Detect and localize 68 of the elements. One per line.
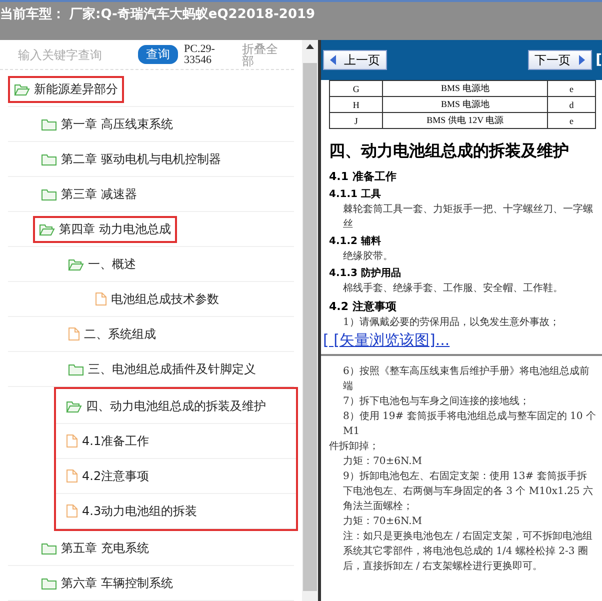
folder-icon <box>41 188 57 200</box>
table-cell: e <box>548 112 596 128</box>
tree-item[interactable]: 一、概述 <box>66 252 138 276</box>
open-folder-icon <box>68 258 84 270</box>
right-arrow-icon <box>576 55 585 65</box>
tree-item[interactable]: 电池组总成技术参数 <box>93 288 221 310</box>
paragraph: 力矩：70±6N.M <box>342 514 423 529</box>
section-heading: 四、动力电池组总成的拆装及维护 <box>329 141 570 162</box>
subsection-heading: 4.2 注意事项 <box>329 299 398 314</box>
left-arrow-icon <box>330 55 338 65</box>
document-icon <box>95 292 107 306</box>
document-icon <box>68 327 80 341</box>
tree-item[interactable]: 第四章 动力电池总成 <box>37 218 173 240</box>
table-cell: H <box>330 96 383 112</box>
paragraph: 力矩：70±6N.M <box>342 454 423 469</box>
tree-item[interactable]: 第二章 驱动电机与电机控制器 <box>39 148 223 170</box>
folder-icon <box>41 118 57 130</box>
tree-item[interactable]: 二、系统组成 <box>66 322 158 346</box>
table-cell: BMS 电源地 <box>382 96 548 112</box>
scrollbar[interactable] <box>302 40 318 601</box>
tree-item[interactable]: 第五章 充电系统 <box>39 536 151 560</box>
window-title: 当前车型： 厂家:Q-奇瑞汽车大蚂蚁eQ22018-2019 <box>0 6 316 23</box>
folder-icon <box>41 542 57 554</box>
document-icon <box>66 504 78 518</box>
table-cell: G <box>330 80 383 96</box>
previous-page-button[interactable]: 上一页 <box>323 50 387 70</box>
paragraph: 9）拆卸电池包左、右固定支架：使用 13# 套筒扳手拆下电池包左、右两侧与车身固定的各 3 个 M10x1.25 六角法兰面螺栓； <box>342 470 594 514</box>
paragraph: 件拆卸掉； <box>329 440 380 454</box>
tree-item[interactable]: 第三章 减速器 <box>39 182 139 206</box>
next-page-button[interactable]: 下一页 <box>528 50 592 70</box>
tree-item[interactable]: 新能源差异部分 <box>12 78 120 100</box>
tree-item[interactable]: 三、电池组总成插件及针脚定义 <box>66 358 258 380</box>
vector-view-link[interactable]: [ [矢量浏览该图]... <box>323 331 596 350</box>
search-button[interactable]: 查询 <box>138 45 178 64</box>
tree-item[interactable]: 4.3动力电池组的拆装 <box>64 500 200 522</box>
open-folder-icon <box>66 400 82 412</box>
paragraph: 6）按照《整车高压线束售后维护手册》将电池组总成前端 <box>342 364 590 394</box>
table-cell: BMS 供电 12V 电源 <box>382 112 548 128</box>
subsection-heading: 4.1.3 防护用品 <box>329 266 402 280</box>
table-cell: d <box>548 96 596 112</box>
tree-item[interactable]: 4.1准备工作 <box>64 430 152 452</box>
folder-icon <box>41 576 57 590</box>
document-icon <box>66 434 78 448</box>
paragraph: 棘轮套筒工具一套、力矩扳手一把、十字螺丝刀、一字螺丝 <box>342 202 594 232</box>
open-folder-icon <box>39 222 55 236</box>
subsection-heading: 4.1 准备工作 <box>329 169 398 184</box>
paragraph: 8）使用 19# 套筒扳手将电池组总成与整车固定的 10 个 M1 <box>342 410 596 439</box>
paragraph: 注：如只是更换电池包左 / 右固定支架，可不拆卸电池组系统其它零部件，将电池包总成的 1/4 螺栓松掉 2-3 圈后，直接拆卸左 / 右支架螺栓进行更换即可。 <box>342 530 594 574</box>
document-code: PC.29-33546 <box>184 44 216 66</box>
subsection-heading: 4.1.2 辅料 <box>329 234 382 248</box>
tree-item[interactable]: 4.2注意事项 <box>64 464 152 488</box>
paragraph: 1）请佩戴必要的劳保用品，以免发生意外事故； <box>342 316 560 330</box>
folder-icon <box>68 362 84 376</box>
paragraph: 7）拆下电池包与车身之间连接的接地线； <box>342 394 530 409</box>
document-icon <box>66 469 78 483</box>
table-cell: BMS 电源地 <box>382 80 548 96</box>
table-cell: e <box>548 80 596 96</box>
table-cell: J <box>330 112 383 128</box>
paragraph: 绝缘胶带。 <box>342 250 394 264</box>
paragraph: 棉线手套、绝缘手套、工作服、安全帽、工作鞋。 <box>342 282 564 296</box>
folder-icon <box>41 152 57 166</box>
tree-item[interactable]: 第一章 高压线束系统 <box>39 112 175 136</box>
subsection-heading: 4.1.1 工具 <box>329 188 382 201</box>
scroll-up-icon[interactable] <box>306 44 314 49</box>
tree-item[interactable]: 四、动力电池组总成的拆装及维护 <box>64 394 268 418</box>
tree-item[interactable]: 第六章 车辆控制系统 <box>39 572 175 594</box>
link-fragment[interactable]: [ <box>596 52 602 68</box>
open-folder-icon <box>14 82 30 96</box>
